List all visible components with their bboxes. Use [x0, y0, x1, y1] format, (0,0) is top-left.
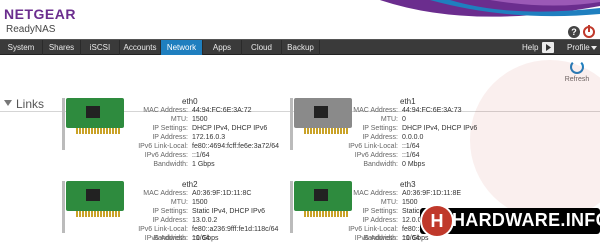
netgear-logo: NETGEAR [4, 6, 76, 22]
bandwidth-row-eth3: Bandwidth: 10 Gbps [363, 235, 429, 242]
chevron-down-icon[interactable] [590, 40, 598, 55]
profile-menu[interactable]: Profile [567, 40, 590, 55]
header-swoosh-graphic [380, 0, 600, 17]
tab-accounts[interactable]: Accounts [120, 40, 161, 55]
help-icon[interactable]: ? [568, 26, 580, 38]
tab-apps[interactable]: Apps [203, 40, 242, 55]
app-header: NETGEAR ReadyNAS ? [0, 0, 600, 40]
tab-backup[interactable]: Backup [282, 40, 320, 55]
watermark-logo-icon: H [420, 204, 454, 238]
play-icon[interactable] [542, 42, 554, 53]
power-icon[interactable] [583, 25, 595, 38]
main-nav: System Shares iSCSI Accounts Network App… [0, 39, 600, 55]
links-section-title[interactable]: Links [4, 97, 44, 111]
collapse-triangle-icon[interactable] [4, 100, 12, 106]
tab-shares[interactable]: Shares [43, 40, 81, 55]
tab-network[interactable]: Network [161, 40, 203, 55]
tab-system[interactable]: System [0, 40, 43, 55]
tab-cloud[interactable]: Cloud [242, 40, 282, 55]
bandwidth-row-eth2: Bandwidth: 10 Gbps [153, 235, 219, 242]
watermark-text: HARDWARE.INFO [452, 210, 600, 230]
product-name: ReadyNAS [6, 24, 56, 35]
help-menu[interactable]: Help [522, 40, 538, 55]
tab-iscsi[interactable]: iSCSI [81, 40, 120, 55]
